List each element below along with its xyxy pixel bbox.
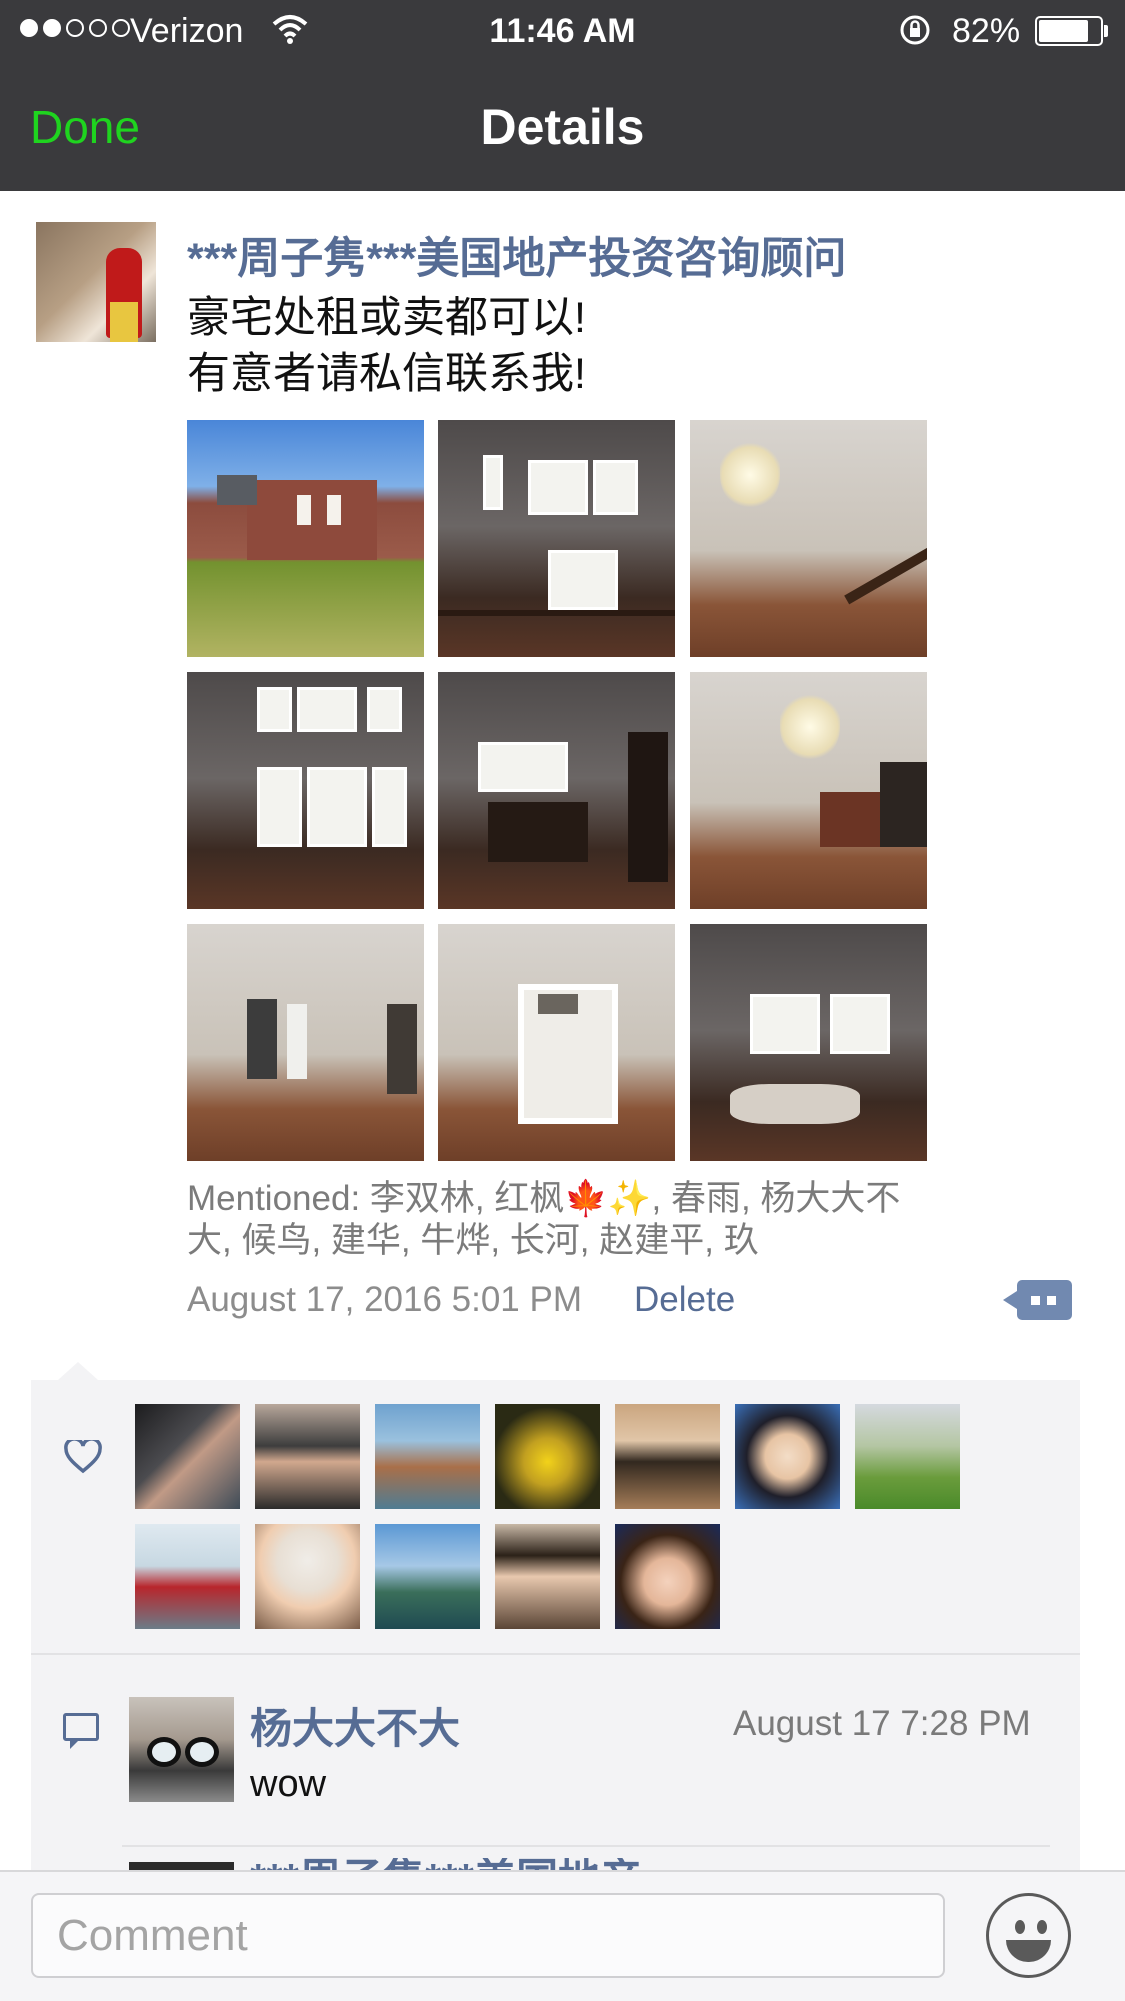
comment-input[interactable] (31, 1893, 945, 1978)
liker-avatar[interactable] (255, 1404, 360, 1509)
comment-text: wow (250, 1763, 327, 1805)
panel-divider (31, 1653, 1080, 1655)
smiley-icon[interactable] (986, 1893, 1071, 1978)
living-room-windows-photo[interactable] (187, 672, 424, 909)
page-title: Details (480, 99, 645, 155)
liker-avatar[interactable] (135, 1524, 240, 1629)
comment-icon (63, 1713, 99, 1749)
liker-avatar[interactable] (135, 1404, 240, 1509)
post-text-line: 豪宅处租或卖都可以! (187, 294, 586, 342)
author-avatar[interactable] (36, 222, 156, 342)
liker-avatar[interactable] (375, 1404, 480, 1509)
post-timestamp: August 17, 2016 5:01 PM (187, 1280, 582, 1319)
hallway-photo[interactable] (438, 924, 675, 1161)
status-bar: Verizon 11:46 AM 82% (0, 0, 1125, 62)
empty-room-photo[interactable] (187, 924, 424, 1161)
post-text-line: 有意者请私信联系我! (187, 350, 586, 398)
post-text: 豪宅处租或卖都可以! 有意者请私信联系我! (187, 290, 586, 402)
house-exterior-photo[interactable] (187, 420, 424, 657)
kitchen-island-photo[interactable] (438, 672, 675, 909)
battery-icon (1035, 16, 1103, 46)
navigation-bar: Verizon 11:46 AM 82% Done Details (0, 0, 1125, 191)
battery-percent: 82% (952, 12, 1021, 50)
rotation-lock-icon (900, 15, 930, 45)
liker-avatar[interactable] (735, 1404, 840, 1509)
mentioned-list: Mentioned: 李双林, 红枫🍁✨, 春雨, 杨大大不大, 候鸟, 建华,… (187, 1179, 901, 1260)
liker-avatar[interactable] (855, 1404, 960, 1509)
comment-divider (122, 1845, 1050, 1847)
heart-icon (64, 1440, 102, 1474)
commenter-name[interactable]: 杨大大不大 (250, 1695, 460, 1756)
master-bath-photo[interactable] (690, 924, 927, 1161)
liker-avatar[interactable] (615, 1404, 720, 1509)
chandelier-stairs-photo[interactable] (690, 420, 927, 657)
author-name[interactable]: ***周子隽***美国地产投资咨询顾问 (187, 224, 846, 286)
delete-link[interactable]: Delete (634, 1280, 735, 1320)
liker-avatar[interactable] (615, 1524, 720, 1629)
battery-level-fill (1039, 20, 1088, 42)
foyer-windows-photo[interactable] (438, 420, 675, 657)
liker-avatar[interactable] (495, 1524, 600, 1629)
commenter-avatar[interactable] (129, 1697, 234, 1802)
liker-avatar[interactable] (375, 1524, 480, 1629)
liker-avatar[interactable] (495, 1404, 600, 1509)
comment-time: August 17 7:28 PM (733, 1704, 1031, 1743)
dining-chandelier-photo[interactable] (690, 672, 927, 909)
liker-avatar[interactable] (255, 1524, 360, 1629)
more-actions-icon[interactable] (1003, 1280, 1072, 1320)
